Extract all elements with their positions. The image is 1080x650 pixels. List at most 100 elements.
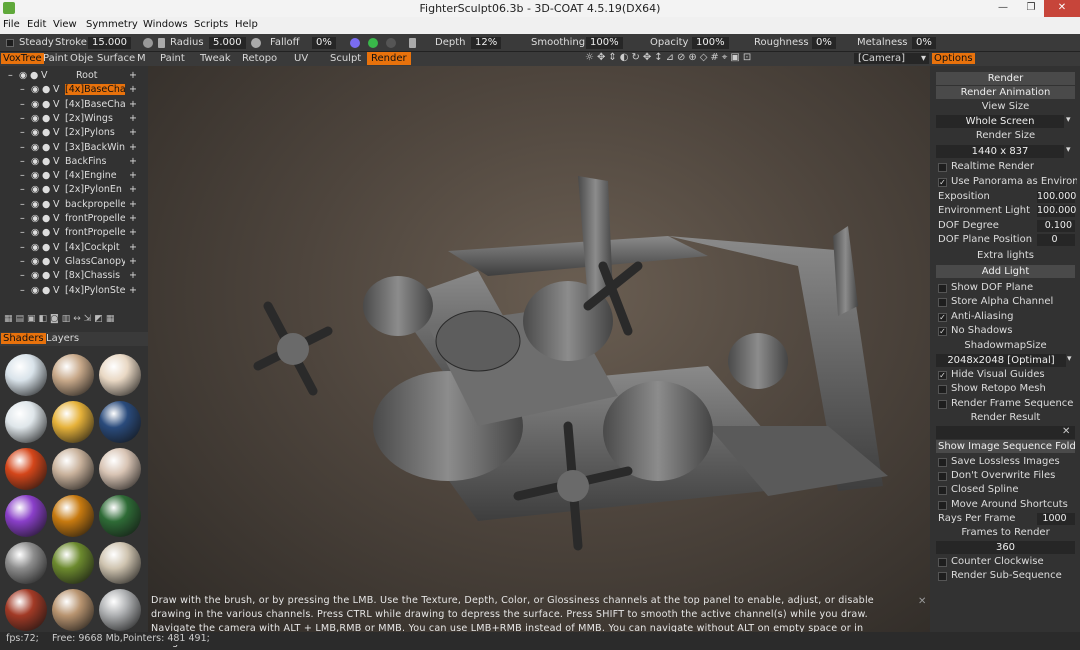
save-lossless-checkbox[interactable] xyxy=(938,458,947,467)
ghost-icon[interactable]: ● xyxy=(30,70,38,81)
tab-paint-objects[interactable]: Paint xyxy=(43,53,68,64)
voxtree-item[interactable]: – ◉ ● V [2x]Pylons + xyxy=(0,126,148,140)
view-tools-icon-row[interactable]: ☼✥⇕◐↻✥↕⊿⊘⊕◇#⌖▣⊡ xyxy=(585,52,754,63)
ghost-icon[interactable]: ● xyxy=(42,285,50,296)
tab-surface[interactable]: Surface xyxy=(97,53,135,64)
visibility-mark[interactable]: V xyxy=(53,113,60,124)
steady-checkbox[interactable] xyxy=(6,39,14,47)
visibility-mark[interactable]: V xyxy=(53,99,60,110)
chevron-down-icon[interactable]: ▾ xyxy=(1066,115,1071,125)
ghost-icon[interactable]: ● xyxy=(42,256,50,267)
visibility-mark[interactable]: V xyxy=(53,142,60,153)
shader-ball[interactable] xyxy=(5,542,47,584)
visibility-mark[interactable]: V xyxy=(53,213,60,224)
collapse-icon[interactable]: – xyxy=(20,256,25,267)
shader-ball[interactable] xyxy=(5,401,47,443)
metalness-input[interactable]: 0% xyxy=(912,37,936,49)
menu-view[interactable]: View xyxy=(53,19,77,30)
show-retopo-checkbox[interactable] xyxy=(938,385,947,394)
shader-ball[interactable] xyxy=(52,542,94,584)
eye-icon[interactable]: ◉ xyxy=(31,213,39,224)
menu-scripts[interactable]: Scripts xyxy=(194,19,228,30)
visibility-mark[interactable]: V xyxy=(41,70,48,81)
menu-help[interactable]: Help xyxy=(235,19,258,30)
ghost-icon[interactable]: ● xyxy=(42,213,50,224)
closed-spline-checkbox[interactable] xyxy=(938,486,947,495)
room-tab-retopo[interactable]: Retopo xyxy=(242,53,277,64)
collapse-icon[interactable]: – xyxy=(20,156,25,167)
chevron-down-icon[interactable]: ▾ xyxy=(1067,354,1072,364)
shader-ball[interactable] xyxy=(99,448,141,490)
hide-visual-guides-checkbox[interactable]: ✓ xyxy=(938,371,947,380)
shader-ball[interactable] xyxy=(99,401,141,443)
green-ball-icon[interactable] xyxy=(368,38,378,51)
collapse-icon[interactable]: – xyxy=(20,99,25,110)
shader-ball[interactable] xyxy=(99,589,141,631)
ghost-icon[interactable]: ● xyxy=(42,142,50,153)
add-layer-icon[interactable]: + xyxy=(129,256,137,267)
smoothing-input[interactable]: 100% xyxy=(586,37,623,49)
stroke-input[interactable]: 15.000 xyxy=(88,37,131,49)
collapse-icon[interactable]: – xyxy=(20,285,25,296)
add-layer-icon[interactable]: + xyxy=(129,184,137,195)
eye-icon[interactable]: ◉ xyxy=(31,270,39,281)
visibility-mark[interactable]: V xyxy=(53,170,60,181)
voxtree-item[interactable]: – ◉ ● V [4x]BaseCha + xyxy=(0,98,148,112)
voxtree-tools-icon-row[interactable]: ▦▤▣◧◙▥↔⇲◩▦ xyxy=(4,314,144,326)
eye-icon[interactable]: ◉ xyxy=(31,227,39,238)
collapse-icon[interactable]: – xyxy=(20,242,25,253)
collapse-icon[interactable]: – xyxy=(20,142,25,153)
ghost-icon[interactable]: ● xyxy=(42,270,50,281)
add-layer-icon[interactable]: + xyxy=(129,170,137,181)
shader-ball[interactable] xyxy=(99,354,141,396)
rays-per-frame-input[interactable]: 1000 xyxy=(1037,513,1075,525)
voxtree-item[interactable]: – ◉ ● VfrontPropelle + xyxy=(0,226,148,240)
ghost-icon[interactable]: ● xyxy=(42,242,50,253)
shadowmap-select[interactable]: 2048x2048 [Optimal] xyxy=(936,354,1066,367)
eye-icon[interactable]: ◉ xyxy=(31,242,39,253)
add-layer-icon[interactable]: + xyxy=(129,242,137,253)
close-icon[interactable]: ✕ xyxy=(1062,426,1070,437)
eye-icon[interactable]: ◉ xyxy=(31,184,39,195)
render-animation-button[interactable]: Render Animation xyxy=(936,86,1075,99)
menu-windows[interactable]: Windows xyxy=(143,19,188,30)
shader-ball[interactable] xyxy=(52,354,94,396)
collapse-icon[interactable]: – xyxy=(20,184,25,195)
tab-shaders[interactable]: Shaders xyxy=(1,333,46,344)
visibility-mark[interactable]: V xyxy=(53,285,60,296)
collapse-icon[interactable]: – xyxy=(20,270,25,281)
add-layer-icon[interactable]: + xyxy=(129,156,137,167)
ghost-icon[interactable]: ● xyxy=(42,227,50,238)
tab-voxtree[interactable]: VoxTree xyxy=(1,53,44,64)
voxtree-root[interactable]: – ◉ ● V Root + xyxy=(0,69,148,83)
show-dof-checkbox[interactable] xyxy=(938,284,947,293)
add-layer-icon[interactable]: + xyxy=(129,227,137,238)
add-layer-icon[interactable]: + xyxy=(129,84,137,95)
visibility-mark[interactable]: V xyxy=(53,127,60,138)
shader-ball[interactable] xyxy=(5,354,47,396)
voxtree-item[interactable]: – ◉ ● V [2x]Wings + xyxy=(0,112,148,126)
dont-overwrite-checkbox[interactable] xyxy=(938,472,947,481)
shader-ball[interactable] xyxy=(99,542,141,584)
add-light-button[interactable]: Add Light xyxy=(936,265,1075,278)
add-layer-icon[interactable]: + xyxy=(129,285,137,296)
render-result-field[interactable] xyxy=(936,426,1075,439)
dof-degree-input[interactable]: 0.100 xyxy=(1037,220,1075,232)
depth-input[interactable]: 12% xyxy=(471,37,502,49)
collapse-icon[interactable]: – xyxy=(20,170,25,181)
shader-ball[interactable] xyxy=(52,401,94,443)
render-subsequence-checkbox[interactable] xyxy=(938,572,947,581)
room-tab-paint[interactable]: Paint xyxy=(160,53,185,64)
maximize-button[interactable]: ❐ xyxy=(1018,0,1044,17)
ghost-icon[interactable]: ● xyxy=(42,184,50,195)
add-layer-icon[interactable]: + xyxy=(129,113,137,124)
dof-plane-input[interactable]: 0 xyxy=(1037,234,1075,246)
collapse-icon[interactable]: – xyxy=(20,127,25,138)
ghost-icon[interactable]: ● xyxy=(42,113,50,124)
eye-icon[interactable]: ◉ xyxy=(31,84,39,95)
close-button[interactable]: ✕ xyxy=(1044,0,1080,17)
menu-symmetry[interactable]: Symmetry xyxy=(86,19,138,30)
voxtree-item[interactable]: – ◉ ● V BackFins + xyxy=(0,155,148,169)
tab-layers[interactable]: Layers xyxy=(46,333,79,344)
ghost-icon[interactable]: ● xyxy=(42,156,50,167)
